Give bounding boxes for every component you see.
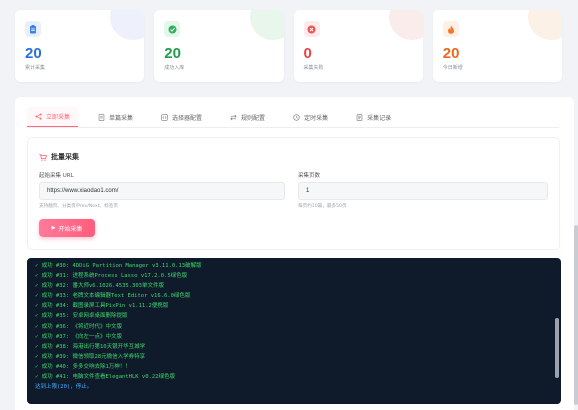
log-line: ✓ 成功 #36: 《将近时代》中文版 <box>35 323 122 330</box>
start-button-label: 开始采集 <box>58 225 83 233</box>
log-console[interactable]: ✓ 成功 #30: 4DDiG Partition Manager v3.11.… <box>27 258 561 404</box>
log-line: ✓ 成功 #38: 海港出行第10天银开华互城学 <box>35 343 146 350</box>
stat-label: 今日新增 <box>442 65 463 71</box>
card-decoration <box>528 10 562 40</box>
log-line: ✓ 成功 #37: 《向左一点》中文版 <box>35 333 122 340</box>
log-line: ✓ 成功 #34: 截图录屏工具PixPin v1.11.2便携版 <box>35 303 169 310</box>
stat-value: 20 <box>164 45 181 62</box>
swap-icon <box>230 114 237 120</box>
batch-collect-card: 批量采集 起始采集 URL https://www.xiaodao1.com/ … <box>27 137 560 250</box>
form-title: 批量采集 <box>39 152 79 162</box>
pages-hint: 每页约10篇，最多50页 <box>298 204 347 209</box>
share-icon <box>35 113 42 120</box>
page-scrollbar[interactable] <box>574 0 578 410</box>
stat-card-failed: 0 采集失败 <box>293 10 423 82</box>
tab-label: 规则配置 <box>241 114 266 122</box>
tab-bar: 立即采集 单篇采集 选择器配置 规则配置 定时采集 采集记录 <box>27 107 559 128</box>
x-circle-icon <box>303 21 320 37</box>
tab-label: 定时采集 <box>304 114 329 122</box>
log-line: ✓ 成功 #39: 微信领取28元微信入学券特享 <box>35 353 146 360</box>
log-line: ✓ 成功 #40: 多多交响去除1万神！！ <box>35 363 131 370</box>
log-line: ✓ 成功 #33: 老牌文本编辑器Text Editor v16.6.0绿色版 <box>35 293 191 300</box>
url-label: 起始采集 URL <box>39 173 74 179</box>
tab-label: 立即采集 <box>46 114 71 121</box>
clipboard-icon <box>25 21 41 37</box>
url-input[interactable]: https://www.xiaodao1.com/ <box>39 182 285 200</box>
check-circle-icon <box>164 21 181 37</box>
document-icon <box>98 113 105 121</box>
tab-label: 单篇采集 <box>109 114 134 122</box>
stat-value: 20 <box>442 45 460 62</box>
fire-icon <box>442 21 459 37</box>
tab-collect-records[interactable]: 采集记录 <box>348 107 399 127</box>
tab-scheduled-collect[interactable]: 定时采集 <box>285 107 336 127</box>
stat-card-success: 20 成功入库 <box>154 10 284 82</box>
pages-label: 采集页数 <box>298 173 321 179</box>
tab-label: 选择器配置 <box>172 114 203 122</box>
card-decoration <box>249 10 284 40</box>
stat-label: 累计采集 <box>25 65 46 71</box>
page-scrollbar-thumb[interactable] <box>574 225 578 405</box>
stat-value: 0 <box>303 45 312 62</box>
play-icon: ▶ <box>51 225 56 231</box>
tab-selector-config[interactable]: 选择器配置 <box>153 107 210 127</box>
pages-input[interactable]: 1 <box>298 182 548 200</box>
list-icon <box>356 113 363 121</box>
log-line: ✓ 成功 #41: 电脑文件查看ElegantHLK v0.22绿色版 <box>35 374 175 381</box>
tab-rule-config[interactable]: 规则配置 <box>222 107 273 127</box>
log-line: ✓ 成功 #30: 4DDiG Partition Manager v3.11.… <box>35 263 202 269</box>
log-line: ✓ 成功 #31: 进程系统Process Lasso v17.2.0.5绿色版 <box>35 273 188 280</box>
stat-value: 20 <box>25 45 42 62</box>
log-line: ✓ 成功 #32: 番大师v6.1026.4535.303单文件版 <box>35 283 164 290</box>
stats-row: 20 累计采集 20 成功入库 0 采集失败 20 今日新增 <box>15 10 562 82</box>
log-line: ✓ 成功 #35: 安卓网卓桌面删除提版 <box>35 313 128 320</box>
cart-icon <box>39 153 47 161</box>
card-decoration <box>388 10 423 40</box>
form-title-text: 批量采集 <box>51 153 79 161</box>
code-icon <box>161 113 168 121</box>
stat-card-total: 20 累计采集 <box>15 10 145 82</box>
card-decoration <box>110 10 145 40</box>
stat-label: 采集失败 <box>303 65 324 71</box>
tab-label: 采集记录 <box>367 114 392 122</box>
start-collect-button[interactable]: ▶ 开始采集 <box>39 219 95 237</box>
tab-instant-collect[interactable]: 立即采集 <box>27 107 79 127</box>
stat-card-today: 20 今日新增 <box>432 10 562 82</box>
tab-single-collect[interactable]: 单篇采集 <box>90 107 141 127</box>
stat-label: 成功入库 <box>164 65 185 71</box>
url-hint: 支持翻页、分类页/Prev/Next、标签页 <box>39 204 118 209</box>
clock-icon <box>293 113 300 121</box>
log-summary-line: 达到上限(20)，停止。 <box>35 384 93 391</box>
console-scrollbar[interactable] <box>555 318 559 378</box>
